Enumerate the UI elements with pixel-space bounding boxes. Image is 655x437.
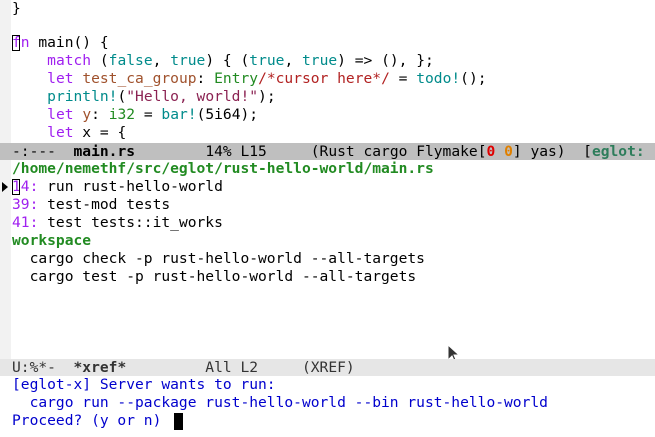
code-text: , [284, 52, 303, 69]
current-item-arrow-icon [2, 182, 8, 192]
macro: bar! [161, 106, 197, 123]
xref-item-text: test-mod tests [38, 196, 171, 213]
code-line: let x = { [12, 124, 126, 142]
code-line: let y: i32 = bar!(5i64); [12, 106, 258, 124]
xref-item[interactable]: 14: run rust-hello-world [12, 178, 223, 196]
code-line: let test_ca_group: Entry/*cursor here*/ … [12, 70, 487, 88]
xref-item[interactable]: cargo test -p rust-hello-world --all-tar… [12, 268, 417, 286]
string-literal: "Hello, world!" [126, 88, 259, 105]
xref-group-header: workspace [12, 232, 92, 249]
code-text: (5i64); [196, 106, 259, 123]
code-text: } [12, 0, 21, 17]
code-line: } [12, 0, 21, 18]
keyword: let [47, 70, 74, 87]
window-cursor [12, 35, 20, 51]
window-cursor [12, 179, 20, 195]
flymake-warning-count[interactable]: 0 [504, 143, 513, 160]
code-text: = [389, 70, 417, 87]
text-cursor [174, 413, 183, 430]
type-name: i32 [108, 106, 136, 123]
type-name: Entry [214, 70, 259, 87]
xref-item-text: test tests::it_works [38, 214, 223, 231]
xref-line-number: 41: [12, 214, 39, 231]
mode-line-main[interactable]: -:--- main.rs 14% L15 (Rust cargo Flymak… [0, 143, 655, 160]
code-text: ) { ( [205, 52, 250, 69]
code-text: ) => (), }; [337, 52, 434, 69]
mode-line-xref[interactable]: U:%*- *xref* All L2 (XREF) [0, 359, 655, 376]
xref-file-path[interactable]: /home/nemethf/src/eglot/rust-hello-world… [12, 160, 434, 178]
code-text: main() { [29, 34, 109, 51]
xref-item[interactable]: 39: test-mod tests [12, 196, 170, 214]
code-line: match (false, true) { (true, true) => ()… [12, 52, 434, 70]
macro: todo! [416, 70, 461, 87]
keyword: let [47, 106, 74, 123]
code-text: : [196, 70, 215, 87]
xref-item[interactable]: cargo check -p rust-hello-world --all-ta… [12, 250, 425, 268]
buffer-status: U:%*- [12, 359, 74, 376]
code-line: println!("Hello, world!"); [12, 88, 276, 106]
mode-line-position: All L2 (XREF) [126, 359, 355, 376]
code-text: = [135, 106, 162, 123]
macro: println! [47, 88, 118, 105]
buffer-status: -:--- [12, 143, 74, 160]
variable-name: y [82, 106, 92, 123]
eglot-indicator[interactable]: eglot: [592, 143, 645, 160]
keyword: match [47, 52, 92, 69]
code-line: fn main() { [12, 34, 109, 52]
code-text: ); [258, 88, 276, 105]
constant: true [249, 52, 285, 69]
xref-item[interactable]: 41: test tests::it_works [12, 214, 223, 232]
xref-item-text: run rust-hello-world [38, 178, 223, 195]
xref-line-number: 39: [12, 196, 39, 213]
constant: false [108, 52, 153, 69]
mode-line-text [495, 143, 504, 160]
flymake-error-count[interactable]: 0 [486, 143, 495, 160]
minibuffer-prompt: Proceed? (y or n) [12, 412, 171, 429]
code-text: ( [117, 88, 127, 105]
comment: /*cursor here*/ [258, 70, 390, 87]
code-text: x = { [73, 124, 127, 141]
constant: true [302, 52, 338, 69]
keyword: let [47, 124, 74, 141]
mode-line-position: 14% L15 (Rust cargo Flymake[ [135, 143, 487, 160]
variable-name: test_ca_group [82, 70, 197, 87]
buffer-name[interactable]: *xref* [74, 359, 127, 376]
code-text: , [152, 52, 171, 69]
buffer-name[interactable]: main.rs [74, 143, 136, 160]
code-text: (); [460, 70, 487, 87]
mode-line-text: ] yas) [ [512, 143, 592, 160]
minibuffer-message: [eglot-x] Server wants to run: [12, 376, 276, 393]
code-text: ( [91, 52, 109, 69]
code-text: : [91, 106, 109, 123]
minibuffer-command: cargo run --package rust-hello-world --b… [12, 394, 548, 411]
left-fringe-code [0, 0, 11, 143]
constant: true [170, 52, 206, 69]
